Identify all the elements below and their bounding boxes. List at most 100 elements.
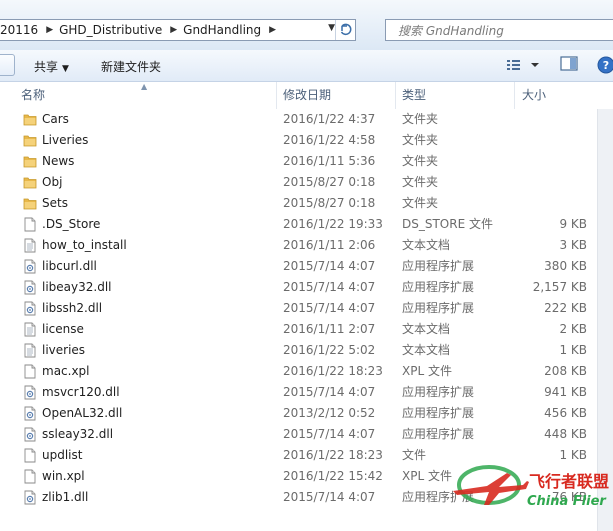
file-date: 2015/8/27 0:18 bbox=[283, 175, 376, 189]
file-name: News bbox=[42, 154, 75, 168]
column-header-size[interactable]: 大小 bbox=[522, 82, 546, 109]
file-name: updlist bbox=[42, 448, 83, 462]
file-type: 文件夹 bbox=[402, 175, 439, 189]
file-date: 2016/1/11 5:36 bbox=[283, 154, 376, 168]
watermark-en-text: China Flier bbox=[527, 494, 607, 509]
file-name: libcurl.dll bbox=[42, 259, 97, 273]
file-type: 文件夹 bbox=[402, 112, 439, 126]
chevron-down-icon: ▼ bbox=[62, 64, 69, 74]
file-row[interactable]: libssh2.dll 2015/7/14 4:07 应用程序扩展 222 KB bbox=[0, 298, 613, 319]
breadcrumb-item[interactable]: GHD_Distributive bbox=[59, 23, 166, 37]
column-header-name[interactable]: 名称 bbox=[21, 82, 45, 109]
view-list-icon bbox=[507, 60, 539, 70]
file-name: how_to_install bbox=[42, 238, 127, 252]
file-type: 文件夹 bbox=[402, 154, 439, 168]
file-row[interactable]: mac.xpl 2016/1/22 18:23 XPL 文件 208 KB bbox=[0, 361, 613, 382]
file-type: XPL 文件 bbox=[402, 469, 452, 483]
dll-file-icon bbox=[23, 427, 37, 442]
file-date: 2015/8/27 0:18 bbox=[283, 196, 376, 210]
file-row[interactable]: Liveries 2016/1/22 4:58 文件夹 bbox=[0, 130, 613, 151]
file-name: Sets bbox=[42, 196, 68, 210]
file-type: 文件夹 bbox=[402, 133, 439, 147]
new-folder-button[interactable]: 新建文件夹 bbox=[101, 58, 161, 75]
dll-file-icon bbox=[23, 406, 37, 421]
file-name: Cars bbox=[42, 112, 69, 126]
breadcrumb-chevron-icon[interactable]: ▶ bbox=[265, 25, 282, 35]
file-date: 2016/1/22 19:33 bbox=[283, 217, 383, 231]
file-date: 2016/1/22 18:23 bbox=[283, 448, 383, 462]
file-name: .DS_Store bbox=[42, 217, 101, 231]
file-name: Obj bbox=[42, 175, 63, 189]
file-row[interactable]: how_to_install 2016/1/11 2:06 文本文档 3 KB bbox=[0, 235, 613, 256]
column-divider[interactable] bbox=[276, 82, 277, 109]
file-row[interactable]: News 2016/1/11 5:36 文件夹 bbox=[0, 151, 613, 172]
file-size: 3 KB bbox=[559, 238, 587, 252]
address-dropdown-icon[interactable]: ▼ bbox=[328, 23, 335, 33]
file-type: 文本文档 bbox=[402, 322, 451, 336]
search-box[interactable] bbox=[385, 19, 613, 41]
file-name: liveries bbox=[42, 343, 86, 357]
file-type: 应用程序扩展 bbox=[402, 301, 475, 315]
address-bar-row: 20116 ▶ GHD_Distributive ▶ GndHandling ▶… bbox=[0, 0, 613, 50]
file-icon bbox=[23, 448, 37, 463]
file-row[interactable]: .DS_Store 2016/1/22 19:33 DS_STORE 文件 9 KB bbox=[0, 214, 613, 235]
folder-icon bbox=[23, 175, 37, 190]
share-button[interactable]: 共享 ▼ bbox=[34, 58, 69, 75]
file-row[interactable]: license 2016/1/11 2:07 文本文档 2 KB bbox=[0, 319, 613, 340]
text-file-icon bbox=[23, 238, 37, 253]
file-row[interactable]: ssleay32.dll 2015/7/14 4:07 应用程序扩展 448 KB bbox=[0, 424, 613, 445]
share-label: 共享 bbox=[34, 60, 59, 74]
file-icon bbox=[23, 217, 37, 232]
text-file-icon bbox=[23, 322, 37, 337]
file-name: libssh2.dll bbox=[42, 301, 103, 315]
file-row[interactable]: Cars 2016/1/22 4:37 文件夹 bbox=[0, 109, 613, 130]
file-type: 文本文档 bbox=[402, 238, 451, 252]
column-header-type[interactable]: 类型 bbox=[402, 82, 426, 109]
help-icon: ? bbox=[597, 56, 613, 74]
folder-icon bbox=[23, 133, 37, 148]
help-button[interactable]: ? bbox=[597, 56, 613, 74]
file-date: 2016/1/22 4:37 bbox=[283, 112, 376, 126]
file-type: 应用程序扩展 bbox=[402, 427, 475, 441]
folder-icon bbox=[23, 154, 37, 169]
watermark-cn-text: 飞行者联盟 bbox=[529, 472, 609, 491]
file-size: 208 KB bbox=[544, 364, 587, 378]
file-date: 2015/7/14 4:07 bbox=[283, 427, 376, 441]
file-type: 应用程序扩展 bbox=[402, 406, 475, 420]
breadcrumb-chevron-icon[interactable]: ▶ bbox=[42, 25, 59, 35]
file-size: 2 KB bbox=[559, 322, 587, 336]
column-header-date[interactable]: 修改日期 bbox=[283, 82, 331, 109]
file-row[interactable]: Obj 2015/8/27 0:18 文件夹 bbox=[0, 172, 613, 193]
file-icon bbox=[23, 364, 37, 379]
file-size: 1 KB bbox=[559, 343, 587, 357]
address-bar[interactable]: 20116 ▶ GHD_Distributive ▶ GndHandling ▶… bbox=[0, 19, 356, 41]
file-row[interactable]: Sets 2015/8/27 0:18 文件夹 bbox=[0, 193, 613, 214]
column-divider[interactable] bbox=[395, 82, 396, 109]
view-options-button[interactable] bbox=[506, 57, 546, 73]
text-file-icon bbox=[23, 343, 37, 358]
breadcrumb-chevron-icon[interactable]: ▶ bbox=[166, 25, 183, 35]
file-row[interactable]: liveries 2016/1/22 5:02 文本文档 1 KB bbox=[0, 340, 613, 361]
file-row[interactable]: libcurl.dll 2015/7/14 4:07 应用程序扩展 380 KB bbox=[0, 256, 613, 277]
file-row[interactable]: OpenAL32.dll 2013/2/12 0:52 应用程序扩展 456 KB bbox=[0, 403, 613, 424]
file-row[interactable]: msvcr120.dll 2015/7/14 4:07 应用程序扩展 941 KB bbox=[0, 382, 613, 403]
preview-pane-button[interactable] bbox=[560, 56, 578, 72]
folder-icon bbox=[23, 112, 37, 127]
file-size: 9 KB bbox=[559, 217, 587, 231]
refresh-icon bbox=[340, 23, 351, 36]
file-size: 456 KB bbox=[544, 406, 587, 420]
organize-button[interactable] bbox=[0, 54, 15, 76]
search-input[interactable] bbox=[396, 22, 600, 40]
file-date: 2016/1/22 4:58 bbox=[283, 133, 376, 147]
file-type: DS_STORE 文件 bbox=[402, 217, 493, 231]
breadcrumb-item[interactable]: 20116 bbox=[0, 23, 42, 37]
file-row[interactable]: libeay32.dll 2015/7/14 4:07 应用程序扩展 2,157 KB bbox=[0, 277, 613, 298]
file-name: Liveries bbox=[42, 133, 89, 147]
refresh-button[interactable] bbox=[335, 20, 355, 40]
breadcrumb-item[interactable]: GndHandling bbox=[183, 23, 265, 37]
column-divider[interactable] bbox=[514, 82, 515, 109]
preview-pane-icon bbox=[560, 56, 578, 71]
file-type: 文件 bbox=[402, 448, 427, 462]
file-date: 2015/7/14 4:07 bbox=[283, 280, 376, 294]
file-type: 应用程序扩展 bbox=[402, 280, 475, 294]
